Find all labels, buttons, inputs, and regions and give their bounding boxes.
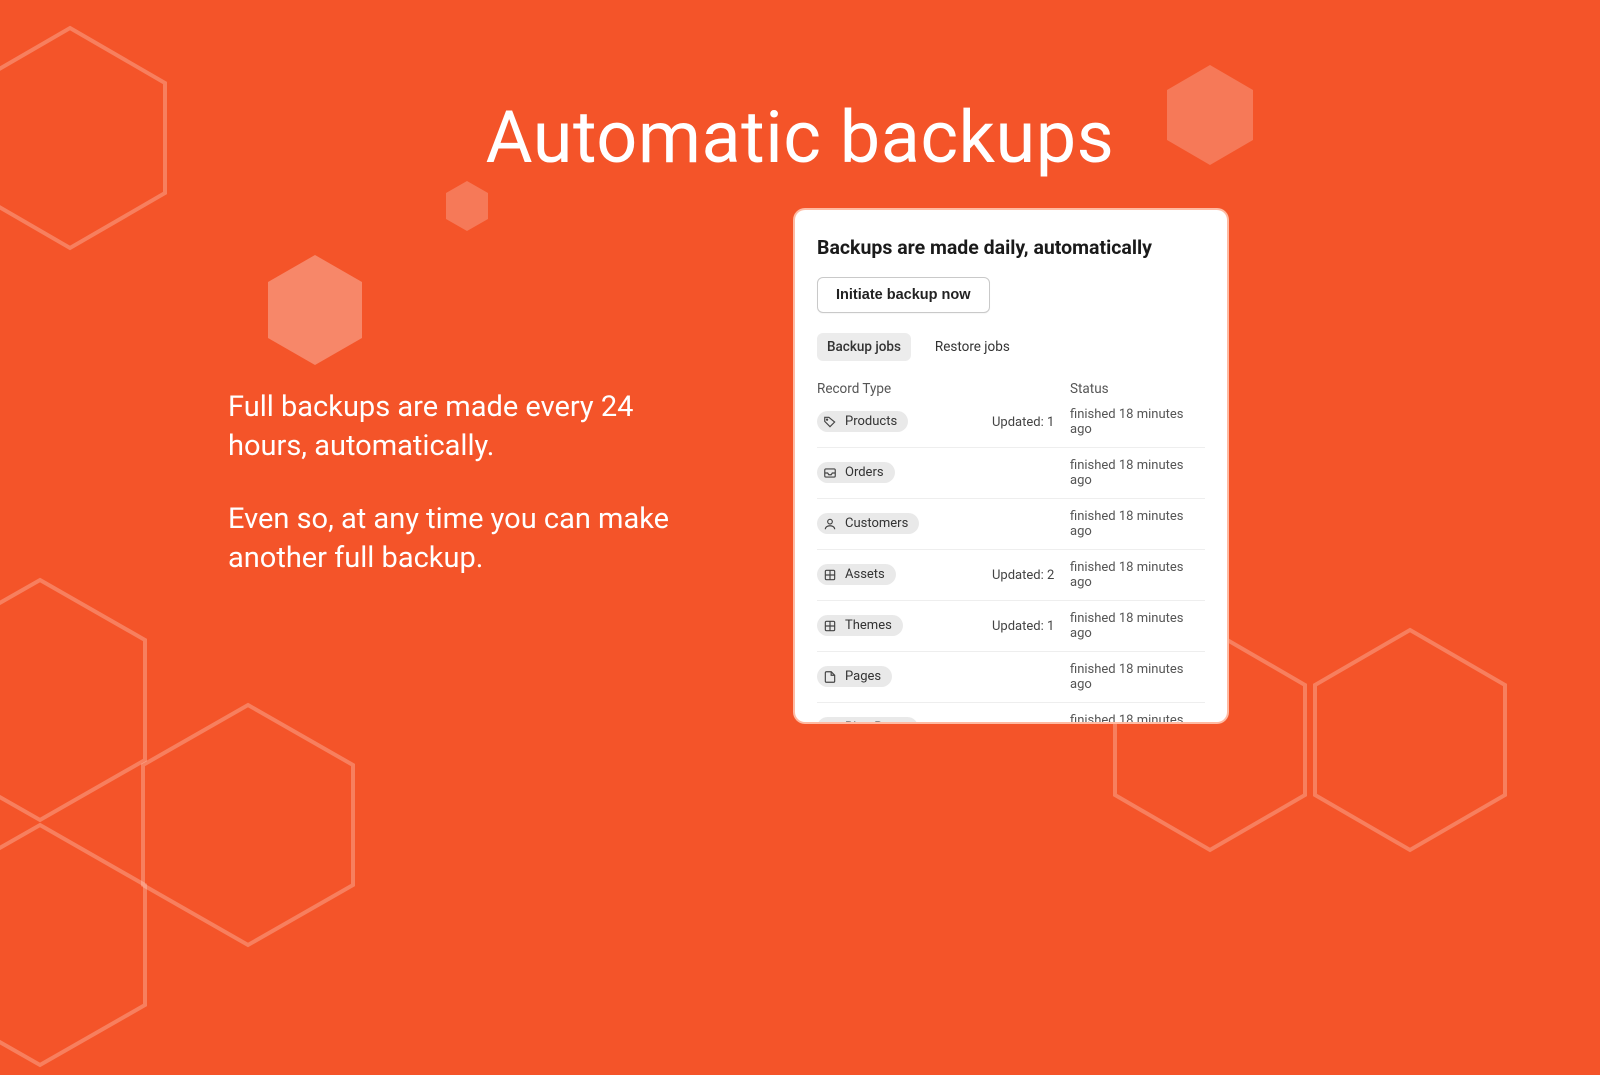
description-p2: Even so, at any time you can make anothe… bbox=[228, 500, 708, 578]
status-cell: finished 18 minutes ago bbox=[1070, 611, 1205, 641]
user-icon bbox=[823, 517, 837, 531]
table-header: Record Type Status bbox=[817, 381, 1205, 397]
description-block: Full backups are made every 24 hours, au… bbox=[228, 388, 708, 613]
hexagon-decoration bbox=[260, 250, 370, 370]
tag-icon bbox=[823, 415, 837, 429]
record-type-label: Orders bbox=[845, 465, 884, 480]
inbox-icon bbox=[823, 466, 837, 480]
status-cell: finished 18 minutes ago bbox=[1070, 458, 1205, 488]
backup-rows: ProductsUpdated: 1finished 18 minutes ag… bbox=[817, 397, 1205, 724]
table-row: Assets Updated: 2finished 18 minutes ago bbox=[817, 550, 1205, 601]
record-type-label: Blog Posts bbox=[845, 720, 907, 724]
record-type-label: Pages bbox=[845, 669, 881, 684]
record-type-label: Assets bbox=[845, 567, 885, 582]
status-cell: finished 18 minutes ago bbox=[1070, 560, 1205, 590]
status-cell: finished 18 minutes ago bbox=[1070, 407, 1205, 437]
hexagon-decoration bbox=[0, 815, 160, 1075]
record-type-pill[interactable]: Blog Posts bbox=[817, 717, 918, 724]
updated-cell: Updated: 1 bbox=[992, 619, 1070, 634]
record-type-pill[interactable]: Customers bbox=[817, 513, 919, 534]
col-status: Status bbox=[1070, 381, 1205, 397]
record-type-pill[interactable]: Assets bbox=[817, 564, 896, 585]
table-row: Orders finished 18 minutes ago bbox=[817, 448, 1205, 499]
record-type-label: Products bbox=[845, 414, 897, 429]
table-row: Customers finished 18 minutes ago bbox=[817, 499, 1205, 550]
record-type-label: Themes bbox=[845, 618, 892, 633]
table-row: Blog Posts finished 18 minutes ago bbox=[817, 703, 1205, 724]
panel-title: Backups are made daily, automatically bbox=[817, 236, 1205, 259]
tabs: Backup jobs Restore jobs bbox=[817, 333, 1205, 361]
initiate-backup-button[interactable]: Initiate backup now bbox=[817, 277, 990, 313]
description-p1: Full backups are made every 24 hours, au… bbox=[228, 388, 708, 466]
record-type-pill[interactable]: Themes bbox=[817, 615, 903, 636]
tab-restore-jobs[interactable]: Restore jobs bbox=[925, 333, 1020, 361]
hexagon-decoration bbox=[442, 178, 492, 234]
col-record-type: Record Type bbox=[817, 381, 992, 397]
updated-cell: Updated: 1 bbox=[992, 415, 1070, 430]
status-cell: finished 18 minutes ago bbox=[1070, 509, 1205, 539]
updated-cell: Updated: 2 bbox=[992, 568, 1070, 583]
record-type-pill[interactable]: Products bbox=[817, 411, 908, 432]
status-cell: finished 18 minutes ago bbox=[1070, 713, 1205, 724]
package-icon bbox=[823, 619, 837, 633]
table-row: Pages finished 18 minutes ago bbox=[817, 652, 1205, 703]
hexagon-decoration bbox=[1300, 620, 1520, 860]
backup-panel: Backups are made daily, automatically In… bbox=[793, 208, 1229, 724]
file-icon bbox=[823, 670, 837, 684]
record-type-pill[interactable]: Pages bbox=[817, 666, 892, 687]
edit-icon bbox=[823, 721, 837, 724]
table-row: Themes Updated: 1finished 18 minutes ago bbox=[817, 601, 1205, 652]
record-type-label: Customers bbox=[845, 516, 908, 531]
record-type-pill[interactable]: Orders bbox=[817, 462, 895, 483]
hexagon-decoration bbox=[128, 695, 368, 955]
table-row: Products Updated: 1finished 18 minutes ag… bbox=[817, 397, 1205, 448]
page-title: Automatic backups bbox=[0, 95, 1600, 180]
tab-backup-jobs[interactable]: Backup jobs bbox=[817, 333, 911, 361]
status-cell: finished 18 minutes ago bbox=[1070, 662, 1205, 692]
package-icon bbox=[823, 568, 837, 582]
